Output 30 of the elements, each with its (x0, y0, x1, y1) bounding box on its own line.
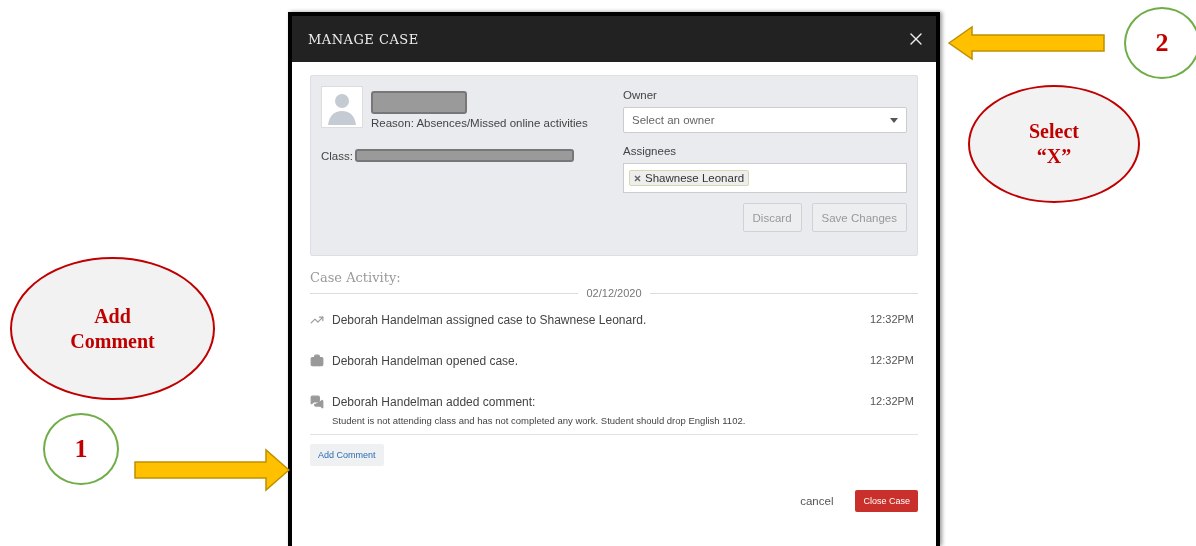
avatar-silhouette (321, 86, 363, 128)
remove-icon[interactable] (634, 174, 641, 182)
cancel-link[interactable]: cancel (800, 495, 834, 507)
activity-text: Deborah Handelman assigned case to Shawnese Leonard. (332, 313, 648, 327)
activity-heading: Case Activity: (310, 270, 402, 285)
activity-time: 12:32PM (869, 395, 915, 407)
chat-bubbles-icon (310, 395, 324, 409)
close-case-button[interactable]: Close Case (855, 490, 918, 512)
step-number: 1 (73, 432, 89, 465)
activity-date: 02/12/2020 (586, 287, 642, 299)
class-label: Class: (321, 149, 353, 162)
step-number: 2 (1154, 26, 1170, 59)
case-reason: Reason: Absences/Missed online activities (371, 117, 588, 129)
assignee-tag[interactable]: Shawnese Leonard (629, 170, 750, 186)
tag-label: Shawnese Leonard (645, 172, 745, 184)
comment-text: Student is not attending class and has not completed any work. Student should drop English 1102. (332, 415, 747, 426)
callout-text: Add Comment (69, 303, 156, 354)
callout-text: Select “X” (1028, 119, 1080, 169)
activity-time: 12:32PM (869, 354, 915, 366)
field-label: Assignees (623, 145, 678, 157)
activity-text: Deborah Handelman opened case. (332, 354, 520, 368)
add-comment-button[interactable]: Add Comment (310, 444, 384, 466)
briefcase-icon (310, 354, 324, 368)
activity-text: Deborah Handelman added comment: (332, 395, 537, 409)
owner-select[interactable]: Select an owner (623, 107, 907, 133)
activity-time: 12:32PM (869, 313, 915, 325)
dialog-title: MANAGE CASE (308, 31, 419, 47)
assignees-field[interactable]: Shawnese Leonard (623, 163, 907, 193)
field-label: Owner (623, 89, 658, 101)
caret-icon (890, 117, 898, 123)
